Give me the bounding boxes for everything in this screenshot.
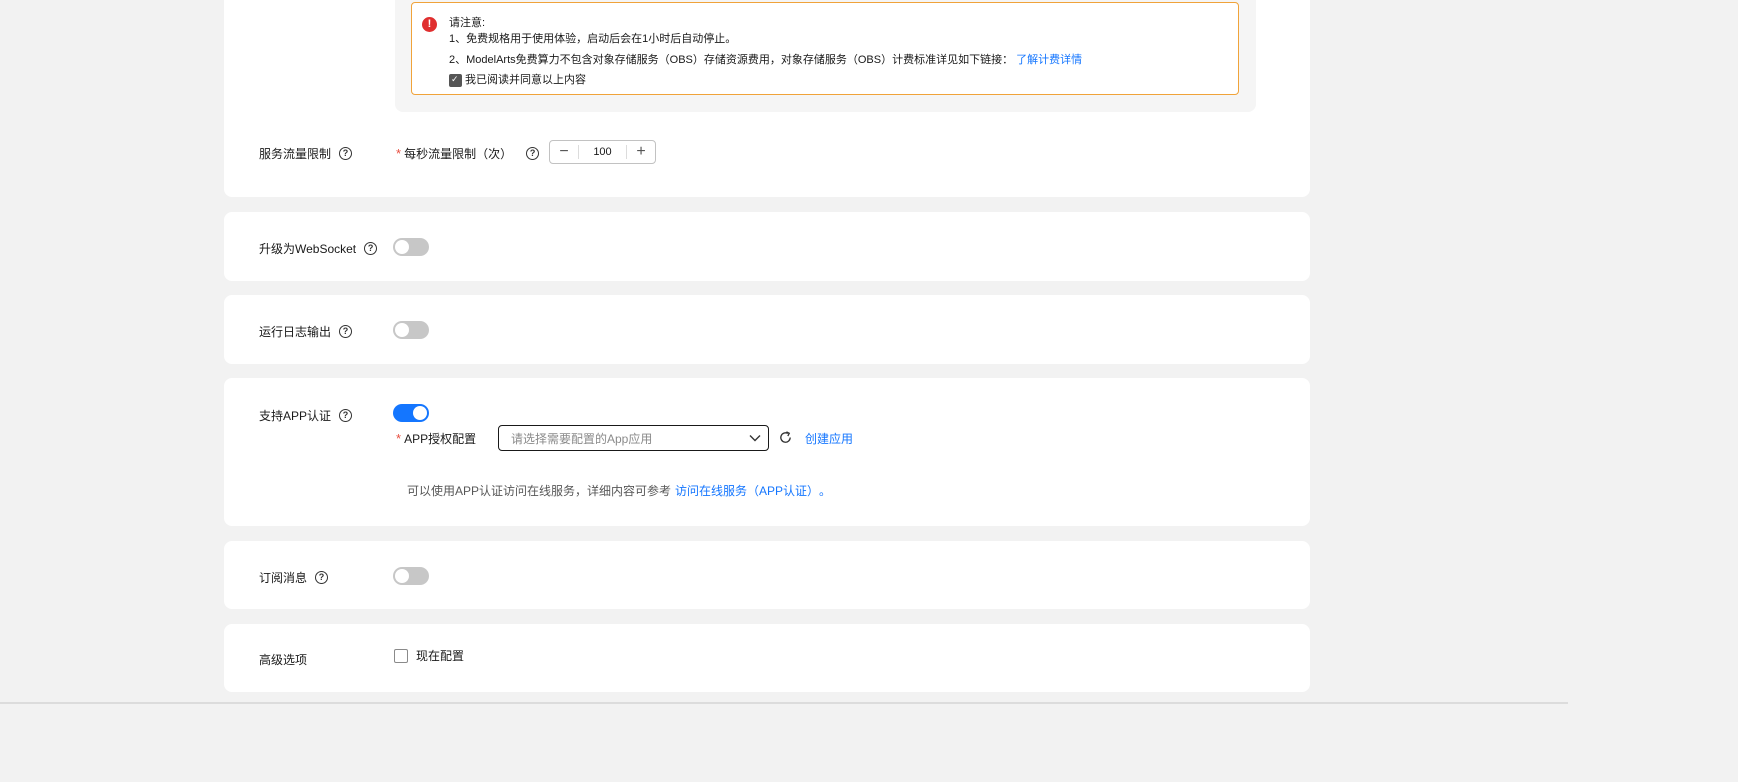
configure-now-checkbox[interactable] <box>394 648 408 663</box>
app-select-placeholder: 请选择需要配置的App应用 <box>511 431 653 446</box>
advanced-label: 高级选项 <box>259 653 308 667</box>
required-mark: * <box>396 431 402 446</box>
create-app-link[interactable]: 创建应用 <box>805 430 853 447</box>
advanced-card: 高级选项 现在配置 <box>224 624 1310 692</box>
qps-stepper: − 100 + <box>549 140 656 164</box>
runlog-card: 运行日志输出 ? <box>224 295 1310 364</box>
decrement-button[interactable]: − <box>550 141 578 163</box>
qps-value[interactable]: 100 <box>578 145 627 159</box>
subscribe-toggle[interactable] <box>393 567 429 585</box>
runlog-label: 运行日志输出 ? <box>259 323 353 340</box>
app-auth-label: 支持APP认证 ? <box>259 407 353 424</box>
bottom-divider <box>0 702 1568 704</box>
notice-line-2-text: 2、ModelArts免费算力不包含对象存储服务（OBS）存储资源费用，对象存储… <box>449 54 1014 66</box>
question-circle-icon[interactable]: ? <box>339 325 353 338</box>
qps-field-label: * 每秒流量限制（次） ? <box>396 145 540 162</box>
chevron-down-icon <box>742 425 768 451</box>
increment-button[interactable]: + <box>627 141 655 163</box>
app-auth-hint-end: 。 <box>819 484 832 498</box>
app-auth-doc-link[interactable]: 访问在线服务（APP认证） <box>675 482 819 499</box>
notice-line-1: 1、免费规格用于使用体验，启动后会在1小时后自动停止。 <box>449 33 737 45</box>
question-circle-icon[interactable]: ? <box>339 409 353 422</box>
websocket-label-text: 升级为WebSocket <box>259 242 357 256</box>
agree-row[interactable]: 我已阅读并同意以上内容 <box>449 71 586 87</box>
question-circle-icon[interactable]: ? <box>339 147 353 160</box>
exclamation-circle-icon: ! <box>422 17 437 32</box>
app-config-label: * APP授权配置 <box>396 430 476 447</box>
websocket-toggle[interactable] <box>393 238 429 256</box>
app-auth-label-text: 支持APP认证 <box>259 409 332 423</box>
traffic-limit-label: 服务流量限制 ? <box>259 145 353 162</box>
billing-details-link[interactable]: 了解计费详情 <box>1016 54 1082 66</box>
required-mark: * <box>396 146 402 161</box>
websocket-card: 升级为WebSocket ? <box>224 212 1310 281</box>
notice-line-2: 2、ModelArts免费算力不包含对象存储服务（OBS）存储资源费用，对象存储… <box>449 51 1082 67</box>
agree-label: 我已阅读并同意以上内容 <box>465 74 586 86</box>
free-spec-notice: ! 请注意: 1、免费规格用于使用体验，启动后会在1小时后自动停止。 2、Mod… <box>411 2 1239 95</box>
traffic-limit-label-text: 服务流量限制 <box>259 147 332 161</box>
app-select[interactable]: 请选择需要配置的App应用 <box>498 425 769 451</box>
configure-now-label: 现在配置 <box>416 649 465 663</box>
app-auth-toggle[interactable] <box>393 404 429 422</box>
question-circle-icon[interactable]: ? <box>315 571 329 584</box>
configure-now-option[interactable]: 现在配置 <box>394 647 464 664</box>
app-config-label-text: APP授权配置 <box>404 432 477 446</box>
subscribe-label-text: 订阅消息 <box>259 571 308 585</box>
qps-field-label-text: 每秒流量限制（次） <box>404 147 513 161</box>
runlog-toggle[interactable] <box>393 321 429 339</box>
app-auth-card: 支持APP认证 ? * APP授权配置 可以使用APP认证访问在线服务，详细内容… <box>224 378 1310 526</box>
app-auth-hint: 可以使用APP认证访问在线服务，详细内容可参考 访问在线服务（APP认证） 。 <box>407 482 831 499</box>
subscribe-label: 订阅消息 ? <box>259 569 329 586</box>
runlog-label-text: 运行日志输出 <box>259 325 332 339</box>
app-auth-hint-text: 可以使用APP认证访问在线服务，详细内容可参考 <box>407 484 672 498</box>
question-circle-icon[interactable]: ? <box>526 147 540 160</box>
agree-checkbox[interactable] <box>449 73 462 87</box>
question-circle-icon[interactable]: ? <box>364 242 378 255</box>
subscribe-card: 订阅消息 ? <box>224 541 1310 609</box>
refresh-icon[interactable] <box>778 430 793 448</box>
websocket-label: 升级为WebSocket ? <box>259 240 378 257</box>
notice-title: 请注意: <box>449 17 486 29</box>
